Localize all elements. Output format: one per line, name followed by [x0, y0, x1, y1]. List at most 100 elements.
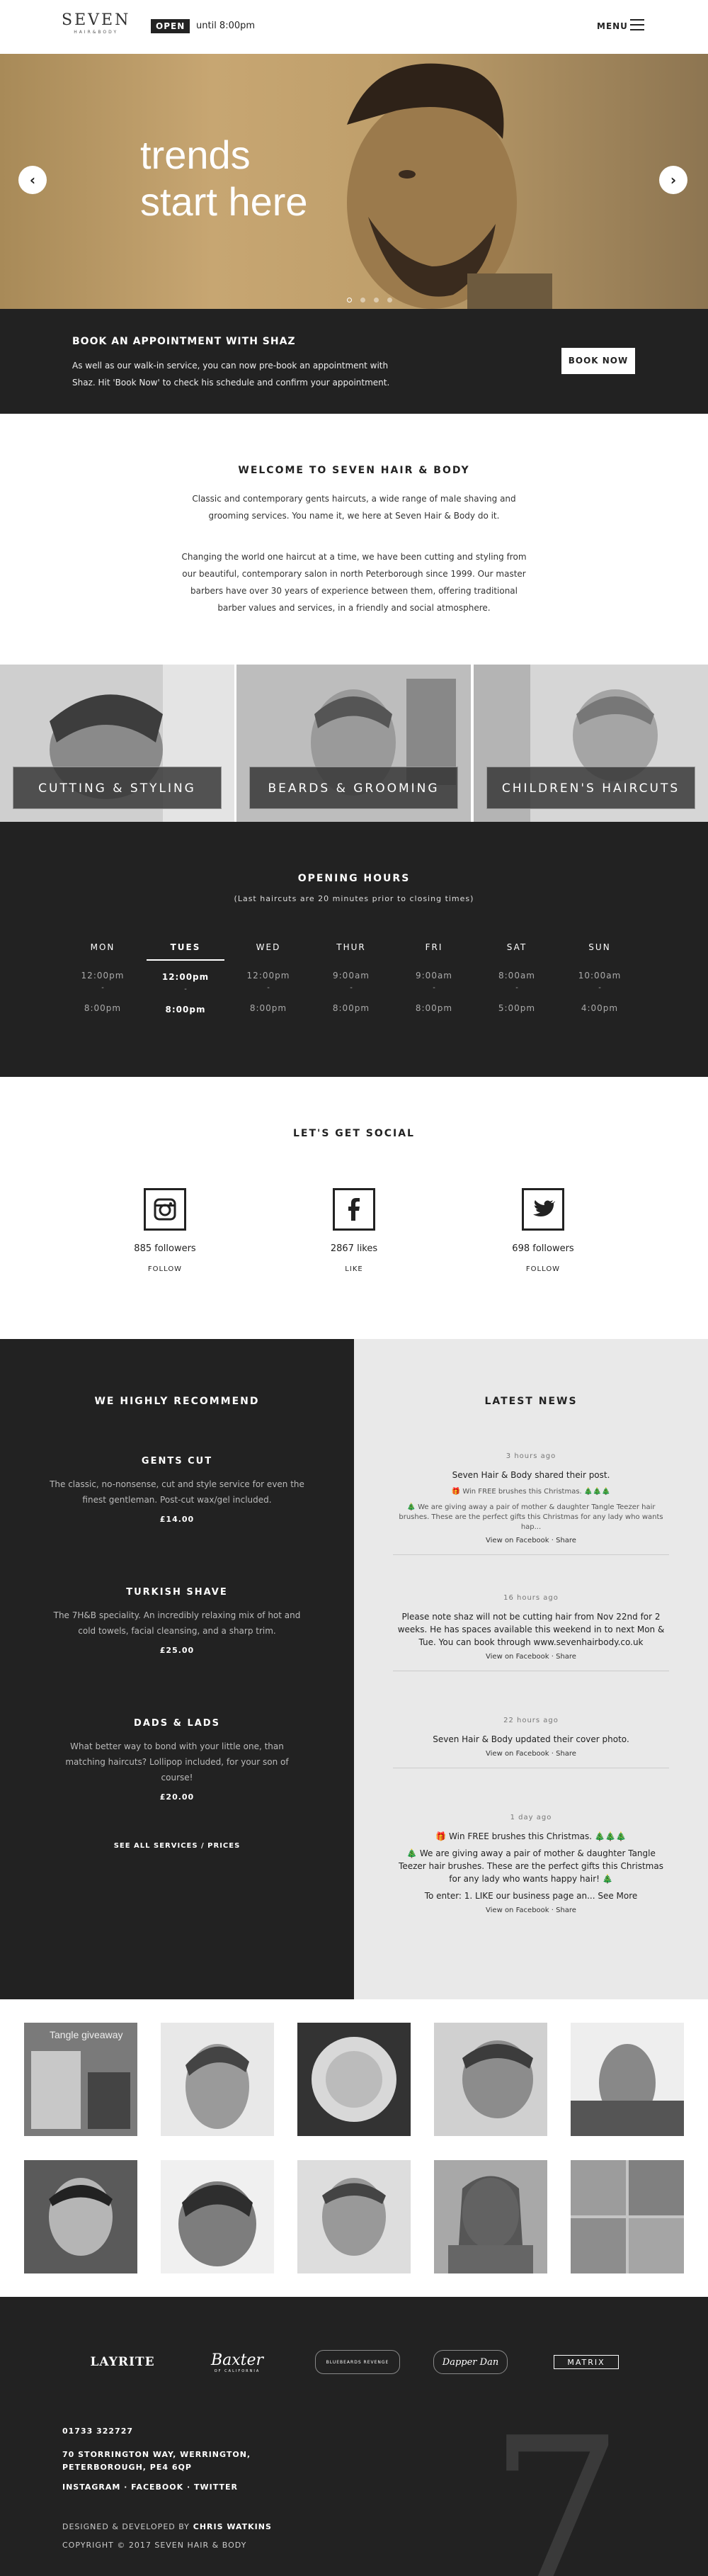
- slide-dot[interactable]: [347, 298, 352, 303]
- post-links[interactable]: View on Facebook · Share: [393, 1906, 669, 1924]
- designer-link[interactable]: CHRIS WATKINS: [193, 2522, 272, 2531]
- gallery-thumb[interactable]: [571, 2023, 684, 2136]
- post-links[interactable]: View on Facebook · Share: [393, 1750, 669, 1768]
- tile-label: CUTTING & STYLING: [13, 767, 222, 809]
- hours-title: OPENING HOURS: [297, 873, 411, 884]
- gallery-thumb[interactable]: [434, 2160, 547, 2273]
- seven-watermark: 7: [489, 2393, 624, 2576]
- logo-wordmark: SEVEN: [62, 11, 131, 29]
- logo-tagline: HAIR&BODY: [74, 30, 119, 35]
- post-excerpt: To enter: 1. LIKE our business page an..…: [424, 1891, 638, 1901]
- recommend-section: WE HIGHLY RECOMMEND GENTS CUT The classi…: [0, 1339, 354, 1999]
- booking-title: BOOK AN APPOINTMENT WITH SHAZ: [72, 336, 296, 347]
- next-slide-button[interactable]: ›: [659, 166, 687, 194]
- twitter-follow-link[interactable]: FOLLOW: [493, 1265, 593, 1273]
- service-name: DADS & LADS: [134, 1718, 220, 1729]
- tile-label: BEARDS & GROOMING: [249, 767, 458, 809]
- day-name: THUR: [336, 942, 366, 952]
- open-until-text: until 8:00pm: [196, 21, 256, 31]
- logo[interactable]: SEVEN HAIR&BODY: [62, 11, 130, 35]
- twitter-icon[interactable]: [522, 1188, 564, 1231]
- day-name: SUN: [588, 942, 611, 952]
- day-sat: SAT 8:00am - 5:00pm: [478, 942, 556, 1013]
- slide-dot[interactable]: [374, 298, 379, 303]
- welcome-section: WELCOME TO SEVEN HAIR & BODY Classic and…: [0, 414, 708, 665]
- facebook-icon[interactable]: [333, 1188, 375, 1231]
- time-separator: -: [350, 984, 353, 992]
- see-all-services-link[interactable]: SEE ALL SERVICES / PRICES: [0, 1842, 354, 1850]
- gallery-thumb[interactable]: Tangle giveaway: [24, 2023, 137, 2136]
- brand-dapper-dan-logo: Dapper Dan: [433, 2350, 508, 2374]
- post-body: Seven Hair & Body shared their post.: [452, 1470, 610, 1480]
- tile-cutting-styling[interactable]: CUTTING & STYLING: [0, 665, 234, 822]
- day-name: WED: [256, 942, 281, 952]
- brand-bluebeards-logo: BLUEBEARDS REVENGE: [315, 2350, 400, 2374]
- day-mon: MON 12:00pm - 8:00pm: [64, 942, 142, 1013]
- social-twitter: 698 followers FOLLOW: [493, 1188, 593, 1273]
- slide-dot[interactable]: [387, 298, 392, 303]
- day-tues: TUES 12:00pm - 8:00pm: [147, 942, 224, 1015]
- gallery-thumb[interactable]: [297, 2160, 411, 2273]
- prev-slide-button[interactable]: ‹: [18, 166, 47, 194]
- tile-beards-grooming[interactable]: BEARDS & GROOMING: [236, 665, 471, 822]
- time-separator: -: [515, 984, 518, 992]
- open-time: 12:00pm: [246, 971, 290, 981]
- slide-dots: [343, 292, 396, 305]
- tile-childrens-haircuts[interactable]: CHILDREN'S HAIRCUTS: [474, 665, 708, 822]
- close-time: 5:00pm: [498, 1003, 536, 1013]
- gallery-thumb[interactable]: [297, 2023, 411, 2136]
- footer-phone[interactable]: 01733 322727: [62, 2427, 133, 2436]
- instagram-icon[interactable]: [144, 1188, 186, 1231]
- gallery-thumb[interactable]: [571, 2160, 684, 2273]
- post-excerpt: 🎄 We are giving away a pair of mother & …: [399, 1503, 663, 1531]
- social-section: LET'S GET SOCIAL 885 followers FOLLOW 28…: [0, 1077, 708, 1339]
- service-price: £14.00: [159, 1515, 195, 1524]
- welcome-history: Changing the world one haircut at a time…: [181, 552, 527, 613]
- news-title: LATEST NEWS: [484, 1396, 578, 1407]
- gallery-thumb[interactable]: [161, 2160, 274, 2273]
- post-time: 3 hours ago: [506, 1452, 556, 1460]
- day-name: FRI: [425, 942, 443, 952]
- gallery-thumb[interactable]: [161, 2023, 274, 2136]
- post-time: 22 hours ago: [503, 1717, 559, 1724]
- credit-prefix: DESIGNED & DEVELOPED BY: [62, 2522, 190, 2531]
- slide-dot[interactable]: [360, 298, 365, 303]
- social-instagram: 885 followers FOLLOW: [115, 1188, 215, 1273]
- gallery-thumb[interactable]: [24, 2160, 137, 2273]
- book-now-button[interactable]: BOOK NOW: [561, 348, 635, 374]
- footer-social-links[interactable]: INSTAGRAM · FACEBOOK · TWITTER: [62, 2482, 238, 2492]
- day-thur: THUR 9:00am - 8:00pm: [312, 942, 390, 1013]
- open-status-badge: OPEN: [151, 19, 190, 33]
- time-separator: -: [598, 984, 601, 992]
- open-time: 9:00am: [416, 971, 452, 981]
- footer-copyright: COPYRIGHT © 2017 SEVEN HAIR & BODY: [62, 2541, 247, 2550]
- post-links[interactable]: View on Facebook · Share: [393, 1537, 669, 1554]
- footer-address: 70 STORRINGTON WAY, WERRINGTON, PETERBOR…: [62, 2450, 251, 2472]
- instagram-follow-link[interactable]: FOLLOW: [115, 1265, 215, 1273]
- gallery-thumb[interactable]: [434, 2023, 547, 2136]
- hero-line-1: trends: [140, 132, 251, 177]
- close-time: 8:00pm: [415, 1003, 453, 1013]
- site-header: SEVEN HAIR&BODY OPEN until 8:00pm MENU: [0, 0, 708, 54]
- service-description: What better way to bond with your little…: [65, 1741, 289, 1783]
- facebook-like-link[interactable]: LIKE: [304, 1265, 404, 1273]
- welcome-intro: Classic and contemporary gents haircuts,…: [192, 494, 516, 521]
- service-tiles: CUTTING & STYLING BEARDS & GROOMING CHIL…: [0, 665, 708, 822]
- menu-label[interactable]: MENU: [597, 21, 628, 31]
- post-extra: 🎄 We are giving away a pair of mother & …: [399, 1848, 663, 1884]
- close-time: 8:00pm: [165, 1005, 206, 1015]
- service-dads-lads[interactable]: DADS & LADS What better way to bond with…: [50, 1718, 304, 1802]
- recommend-title: WE HIGHLY RECOMMEND: [94, 1396, 260, 1407]
- post-links[interactable]: View on Facebook · Share: [393, 1653, 669, 1671]
- service-description: The 7H&B speciality. An incredibly relax…: [53, 1610, 301, 1636]
- time-separator: -: [101, 984, 104, 992]
- booking-description: As well as our walk-in service, you can …: [72, 361, 390, 388]
- gallery-caption: Tangle giveaway: [50, 2029, 123, 2040]
- hamburger-menu-icon[interactable]: [630, 19, 644, 30]
- close-time: 8:00pm: [249, 1003, 287, 1013]
- brand-baxter-sub: OF CALIFORNIA: [214, 2368, 261, 2373]
- time-separator: -: [184, 985, 187, 993]
- service-gents-cut[interactable]: GENTS CUT The classic, no-nonsense, cut …: [50, 1456, 304, 1524]
- post-body: Please note shaz will not be cutting hai…: [397, 1612, 665, 1647]
- service-turkish-shave[interactable]: TURKISH SHAVE The 7H&B speciality. An in…: [50, 1587, 304, 1655]
